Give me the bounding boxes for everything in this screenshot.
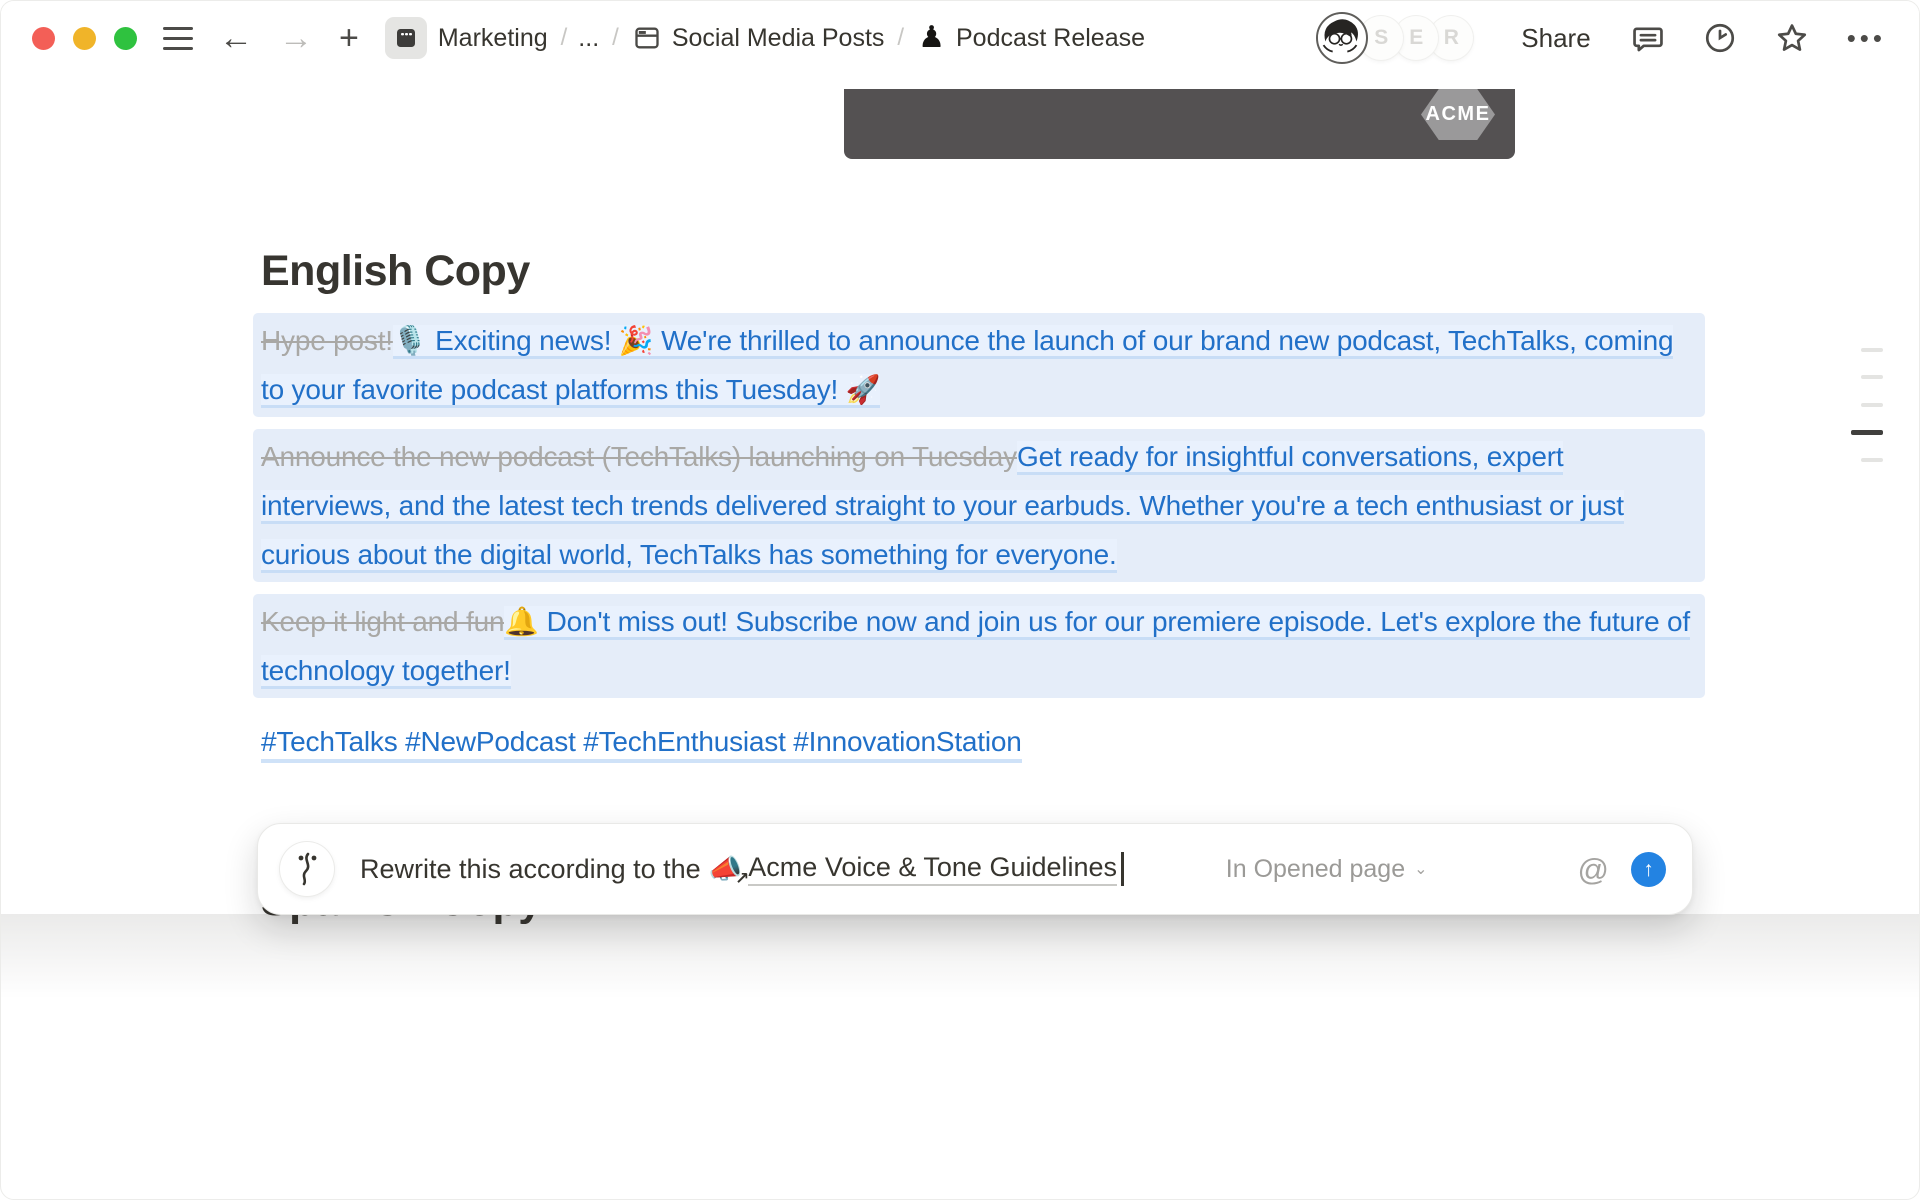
paragraph-block-with-ai-suggestion[interactable]: Announce the new podcast (TechTalks) lau… (253, 429, 1705, 582)
forward-button[interactable]: → (279, 21, 313, 55)
paragraph-block-with-ai-suggestion[interactable]: Keep it light and fun🔔 Don't miss out! S… (253, 594, 1705, 698)
suggested-text: #TechTalks #NewPodcast #TechEnthusiast #… (261, 726, 1022, 763)
hashtags-block[interactable]: #TechTalks #NewPodcast #TechEnthusiast #… (253, 714, 1705, 769)
favorite-star-icon[interactable] (1775, 21, 1809, 55)
scope-dropdown[interactable]: In Opened page ⌄ (1226, 855, 1428, 884)
breadcrumb-separator: / (612, 24, 619, 52)
up-arrow-icon: ↑ (1643, 859, 1654, 880)
app-window: ← → + Marketing / ... / Social Media Pos… (0, 0, 1920, 1200)
zoom-window-button[interactable] (114, 27, 137, 50)
page-section-heading[interactable]: English Copy (261, 247, 530, 296)
deleted-text: Hype post! (261, 325, 393, 356)
new-tab-button[interactable]: + (339, 21, 359, 55)
toolbar: ← → + Marketing / ... / Social Media Pos… (1, 1, 1919, 75)
chevron-down-icon: ⌄ (1414, 859, 1427, 879)
submit-prompt-button[interactable]: ↑ (1631, 852, 1666, 887)
outline-indicator-line[interactable] (1861, 375, 1883, 379)
breadcrumb-current-page[interactable]: Podcast Release (956, 24, 1145, 53)
more-options-icon[interactable]: ••• (1847, 23, 1886, 54)
suggested-text: 🎙️ Exciting news! 🎉 We're thrilled to an… (261, 325, 1673, 408)
outline-indicator-line-active[interactable] (1851, 430, 1883, 435)
mention-button[interactable]: @ (1578, 854, 1609, 885)
deleted-text: Announce the new podcast (TechTalks) lau… (261, 441, 1017, 472)
outline-indicator-line[interactable] (1861, 458, 1883, 462)
ai-prompt-input[interactable]: Rewrite this according to the 📣 ↗ Acme V… (360, 852, 1124, 886)
paragraph-block-with-ai-suggestion[interactable]: Hype post!🎙️ Exciting news! 🎉 We're thri… (253, 313, 1705, 417)
toolbar-right: S E R Share •• (1316, 12, 1886, 64)
text-caret (1121, 852, 1124, 886)
user-avatar[interactable] (1316, 12, 1368, 64)
share-button[interactable]: Share (1521, 23, 1590, 54)
presence-avatars: S E R (1316, 12, 1473, 64)
outline-indicator-line[interactable] (1861, 348, 1883, 352)
window-controls (32, 27, 137, 50)
sidebar-toggle-icon[interactable] (163, 27, 193, 50)
minimize-window-button[interactable] (73, 27, 96, 50)
acme-logo-badge: ACME (1421, 89, 1495, 140)
page-emoji-pawn-icon: ♟ (918, 23, 945, 53)
ai-prompt-bar[interactable]: Rewrite this according to the 📣 ↗ Acme V… (257, 823, 1693, 915)
prompt-text: Rewrite this according to the (360, 854, 701, 885)
breadcrumb-root[interactable]: Marketing (438, 24, 548, 53)
page-mention-link[interactable]: Acme Voice & Tone Guidelines (748, 852, 1117, 886)
teamspace-icon[interactable] (385, 17, 427, 59)
page-cover-image[interactable]: ACME (844, 89, 1515, 159)
back-button[interactable]: ← (219, 21, 253, 55)
breadcrumb-parent[interactable]: Social Media Posts (672, 24, 885, 53)
overlay-shadow (1, 914, 1919, 999)
link-arrow-icon: ↗ (735, 869, 749, 889)
history-clock-icon[interactable] (1703, 21, 1737, 55)
archive-box-icon (394, 26, 418, 50)
breadcrumb-ellipsis[interactable]: ... (578, 24, 599, 53)
acme-logo-text: ACME (1426, 103, 1491, 126)
deleted-text: Keep it light and fun (261, 606, 504, 637)
page-layout-icon (633, 24, 661, 52)
document-blocks: Hype post!🎙️ Exciting news! 🎉 We're thri… (253, 313, 1705, 781)
outline-indicator-line[interactable] (1861, 403, 1883, 407)
breadcrumb-separator: / (897, 24, 904, 52)
notion-ai-face-icon (280, 842, 334, 896)
comments-icon[interactable] (1631, 21, 1665, 55)
breadcrumb-separator: / (561, 24, 568, 52)
close-window-button[interactable] (32, 27, 55, 50)
megaphone-link-icon: 📣 ↗ (709, 853, 743, 885)
